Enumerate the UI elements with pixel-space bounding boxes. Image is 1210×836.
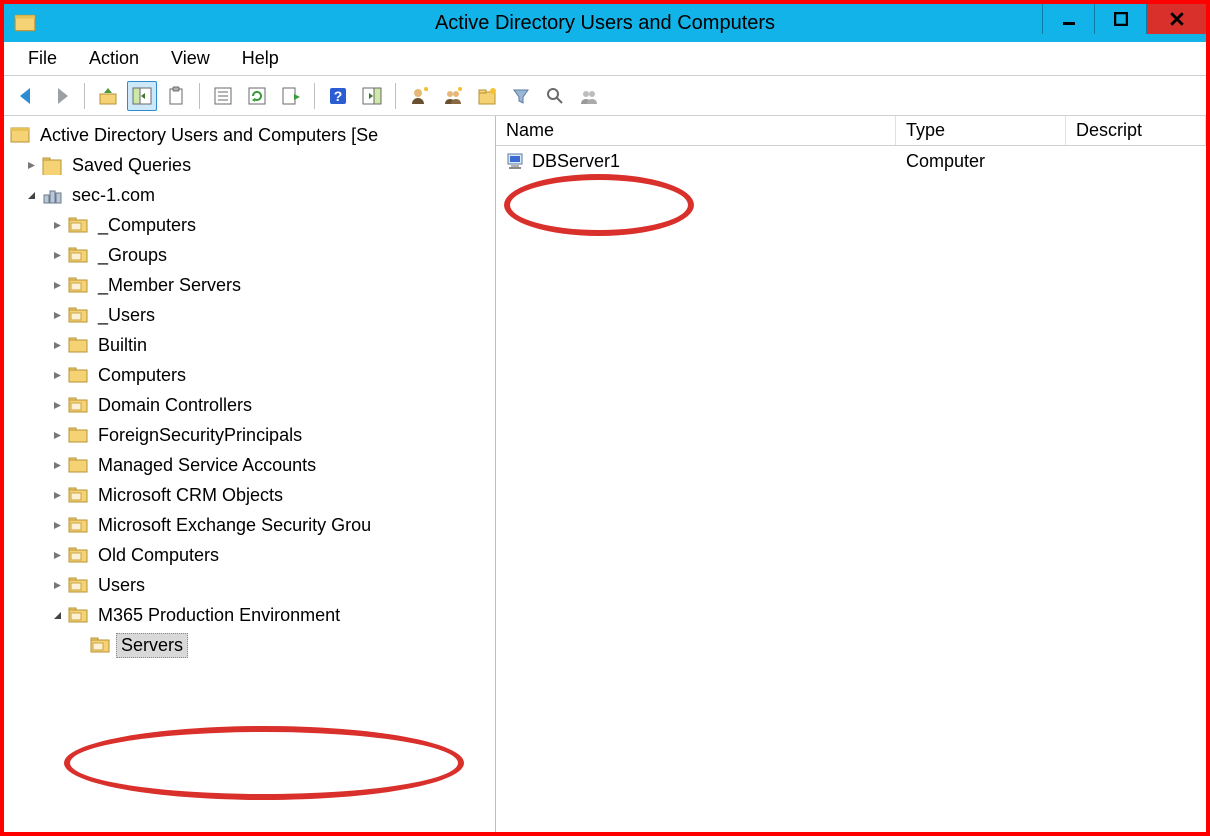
tree-ou-item[interactable]: ForeignSecurityPrincipals xyxy=(94,424,306,447)
ou-folder-icon xyxy=(68,545,88,565)
window-controls xyxy=(1042,4,1206,42)
menu-file[interactable]: File xyxy=(12,44,73,73)
toolbar-separator xyxy=(395,83,396,109)
clipboard-button[interactable] xyxy=(161,81,191,111)
expander-icon[interactable] xyxy=(50,368,64,382)
expander-icon[interactable] xyxy=(50,608,64,622)
list-row[interactable]: DBServer1 Computer xyxy=(496,146,1206,176)
ou-folder-icon xyxy=(68,515,88,535)
domain-icon xyxy=(42,185,62,205)
column-name[interactable]: Name xyxy=(496,116,896,145)
minimize-button[interactable] xyxy=(1042,4,1094,34)
tree-ou-item[interactable]: _Member Servers xyxy=(94,274,245,297)
tree-ou-item[interactable]: _Users xyxy=(94,304,159,327)
menu-help[interactable]: Help xyxy=(226,44,295,73)
expander-icon[interactable] xyxy=(50,308,64,322)
expander-icon[interactable] xyxy=(24,158,38,172)
ou-folder-icon xyxy=(68,275,88,295)
toolbar-separator xyxy=(84,83,85,109)
expander-icon[interactable] xyxy=(50,338,64,352)
column-description[interactable]: Descript xyxy=(1066,116,1206,145)
expander-icon[interactable] xyxy=(50,398,64,412)
column-type[interactable]: Type xyxy=(896,116,1066,145)
folder-icon xyxy=(68,365,88,385)
list-item-name: DBServer1 xyxy=(532,151,620,172)
tree-ou-item[interactable]: _Computers xyxy=(94,214,200,237)
tree-ou-item[interactable]: Users xyxy=(94,574,149,597)
expander-icon[interactable] xyxy=(50,278,64,292)
ou-folder-icon xyxy=(68,215,88,235)
properties-button[interactable] xyxy=(208,81,238,111)
expander-icon[interactable] xyxy=(50,458,64,472)
new-ou-button[interactable] xyxy=(472,81,502,111)
menu-action[interactable]: Action xyxy=(73,44,155,73)
tree-ou-item[interactable]: _Groups xyxy=(94,244,171,267)
nav-back-button[interactable] xyxy=(12,81,42,111)
tree-domain[interactable]: sec-1.com xyxy=(68,184,159,207)
expander-icon[interactable] xyxy=(50,518,64,532)
computer-icon xyxy=(506,151,526,171)
svg-text:?: ? xyxy=(334,88,343,104)
expander-icon[interactable] xyxy=(50,488,64,502)
find-button[interactable] xyxy=(540,81,570,111)
window-title: Active Directory Users and Computers xyxy=(4,12,1206,35)
menu-view[interactable]: View xyxy=(155,44,226,73)
up-button[interactable] xyxy=(93,81,123,111)
list-item-type: Computer xyxy=(896,149,1066,174)
help-button[interactable]: ? xyxy=(323,81,353,111)
folder-icon xyxy=(68,455,88,475)
tree-ou-item[interactable]: M365 Production Environment xyxy=(94,604,344,627)
menubar: File Action View Help xyxy=(4,42,1206,76)
aduc-root-icon xyxy=(10,125,30,145)
show-hide-tree-button[interactable] xyxy=(127,81,157,111)
tree-ou-item[interactable]: Computers xyxy=(94,364,190,387)
folder-icon xyxy=(68,425,88,445)
tree-saved-queries[interactable]: Saved Queries xyxy=(68,154,195,177)
new-user-button[interactable] xyxy=(404,81,434,111)
add-to-group-button[interactable] xyxy=(574,81,604,111)
list-pane[interactable]: Name Type Descript DBServer1 Computer xyxy=(496,116,1206,832)
ou-folder-icon xyxy=(68,485,88,505)
tree-ou-item[interactable]: Microsoft Exchange Security Grou xyxy=(94,514,375,537)
expander-icon[interactable] xyxy=(50,218,64,232)
tree-ou-item[interactable]: Managed Service Accounts xyxy=(94,454,320,477)
titlebar: Active Directory Users and Computers xyxy=(4,4,1206,42)
refresh-button[interactable] xyxy=(242,81,272,111)
tree-pane[interactable]: Active Directory Users and Computers [Se… xyxy=(4,116,496,832)
expander-icon[interactable] xyxy=(50,578,64,592)
ou-folder-icon xyxy=(68,395,88,415)
close-button[interactable] xyxy=(1146,4,1206,34)
ou-folder-icon xyxy=(90,635,110,655)
tree-ou-item[interactable]: Microsoft CRM Objects xyxy=(94,484,287,507)
tree-ou-item[interactable]: Old Computers xyxy=(94,544,223,567)
expander-icon[interactable] xyxy=(50,428,64,442)
new-group-button[interactable] xyxy=(438,81,468,111)
ou-folder-icon xyxy=(68,245,88,265)
app-icon xyxy=(14,12,36,34)
tree-ou-item[interactable]: Domain Controllers xyxy=(94,394,256,417)
expander-open-icon[interactable] xyxy=(24,188,38,202)
action-pane-button[interactable] xyxy=(357,81,387,111)
list-header: Name Type Descript xyxy=(496,116,1206,146)
export-list-button[interactable] xyxy=(276,81,306,111)
expander-icon[interactable] xyxy=(50,548,64,562)
nav-forward-button[interactable] xyxy=(46,81,76,111)
toolbar-separator xyxy=(199,83,200,109)
ou-folder-icon xyxy=(68,575,88,595)
tree-selected-node[interactable]: Servers xyxy=(116,633,188,658)
ou-folder-icon xyxy=(68,605,88,625)
list-item-desc xyxy=(1066,159,1086,163)
folder-icon xyxy=(68,335,88,355)
ou-folder-icon xyxy=(68,305,88,325)
expander-icon[interactable] xyxy=(50,248,64,262)
toolbar: ? xyxy=(4,76,1206,116)
toolbar-separator xyxy=(314,83,315,109)
folder-icon xyxy=(42,155,62,175)
maximize-button[interactable] xyxy=(1094,4,1146,34)
tree-ou-item[interactable]: Builtin xyxy=(94,334,151,357)
filter-button[interactable] xyxy=(506,81,536,111)
tree-root[interactable]: Active Directory Users and Computers [Se xyxy=(36,124,382,147)
